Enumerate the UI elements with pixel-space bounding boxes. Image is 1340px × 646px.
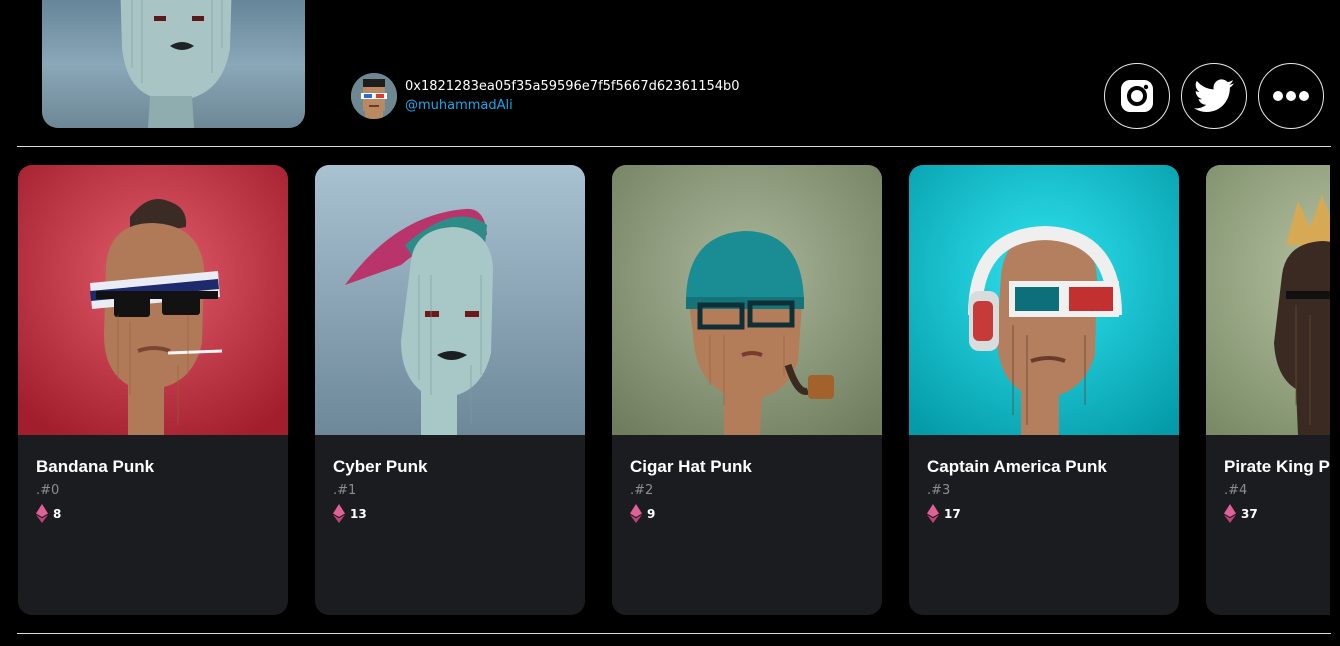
featured-nft-image xyxy=(42,0,305,128)
card-price-value: 9 xyxy=(647,506,656,521)
owner-handle[interactable]: @muhammadAli xyxy=(405,96,740,115)
instagram-button[interactable] xyxy=(1104,63,1170,129)
nft-card[interactable]: Cyber Punk .#1 13 xyxy=(315,165,585,615)
more-icon xyxy=(1273,91,1309,101)
card-id: .#4 xyxy=(1224,483,1248,498)
card-id: .#3 xyxy=(927,483,951,498)
card-name: Cigar Hat Punk xyxy=(630,457,752,476)
twitter-button[interactable] xyxy=(1181,63,1247,129)
instagram-icon xyxy=(1121,80,1153,112)
card-id: .#1 xyxy=(333,483,357,498)
nft-card-list: Bandana Punk .#0 8 Cyber Punk .#1 13 Cig… xyxy=(18,165,1330,615)
ethereum-icon xyxy=(1224,504,1236,523)
card-price: 9 xyxy=(630,504,880,523)
card-name: Captain America Punk xyxy=(927,457,1107,476)
bottom-divider xyxy=(17,633,1331,634)
card-name: Pirate King Punk xyxy=(1224,457,1330,476)
nft-image xyxy=(18,165,288,435)
captain-america-punk-illustration xyxy=(909,165,1179,435)
bandana-punk-illustration xyxy=(18,165,288,435)
cyber-punk-illustration xyxy=(315,165,585,435)
pirate-king-punk-illustration xyxy=(1206,165,1330,435)
cigar-hat-punk-illustration xyxy=(612,165,882,435)
nft-image xyxy=(612,165,882,435)
more-options-button[interactable] xyxy=(1258,63,1324,129)
nft-card[interactable]: Pirate King Punk .#4 37 xyxy=(1206,165,1330,615)
card-name: Cyber Punk xyxy=(333,457,428,476)
card-id: .#2 xyxy=(630,483,654,498)
nft-card[interactable]: Cigar Hat Punk .#2 9 xyxy=(612,165,882,615)
ethereum-icon xyxy=(927,504,939,523)
owner-info: 0x1821283ea05f35a59596e7f5f5667d62361154… xyxy=(351,73,740,119)
card-price-value: 13 xyxy=(350,506,367,521)
card-price: 17 xyxy=(927,504,1177,523)
cyber-punk-head-illustration xyxy=(120,0,232,128)
card-price-value: 37 xyxy=(1241,506,1258,521)
nft-image xyxy=(1206,165,1330,435)
nft-card[interactable]: Captain America Punk .#3 17 xyxy=(909,165,1179,615)
ethereum-icon xyxy=(333,504,345,523)
card-price-value: 8 xyxy=(53,506,62,521)
top-divider xyxy=(17,146,1331,147)
nft-image xyxy=(315,165,585,435)
nft-image xyxy=(909,165,1179,435)
owner-address[interactable]: 0x1821283ea05f35a59596e7f5f5667d62361154… xyxy=(405,77,740,96)
avatar[interactable] xyxy=(351,73,397,119)
ethereum-icon xyxy=(36,504,48,523)
punk-avatar-icon xyxy=(351,73,397,119)
card-price: 13 xyxy=(333,504,583,523)
ethereum-icon xyxy=(630,504,642,523)
nft-card[interactable]: Bandana Punk .#0 8 xyxy=(18,165,288,615)
card-price: 37 xyxy=(1224,504,1330,523)
card-price-value: 17 xyxy=(944,506,961,521)
card-name: Bandana Punk xyxy=(36,457,155,476)
card-price: 8 xyxy=(36,504,286,523)
twitter-icon xyxy=(1194,79,1234,112)
card-id: .#0 xyxy=(36,483,60,498)
